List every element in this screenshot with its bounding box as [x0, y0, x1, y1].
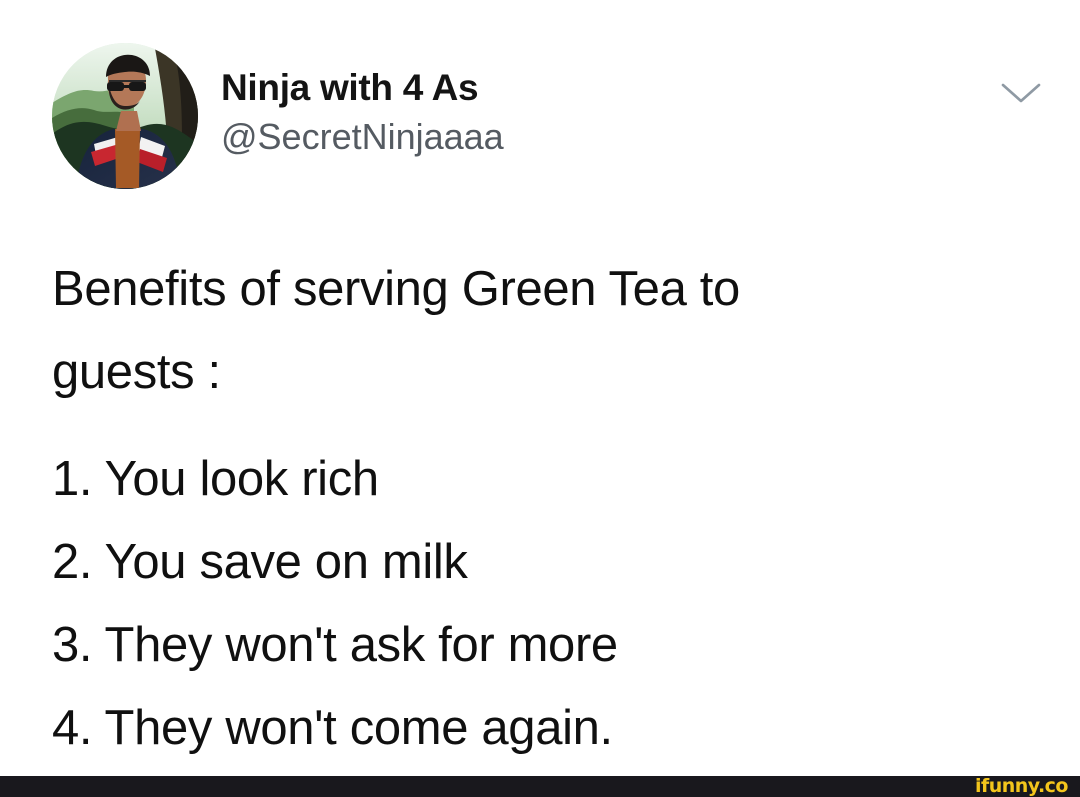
user-handle[interactable]: @SecretNinjaaaa: [221, 115, 504, 159]
benefit-list-item: 1. You look rich: [52, 452, 379, 506]
tweet-menu-button[interactable]: [999, 77, 1043, 107]
benefit-list-item: 3. They won't ask for more: [52, 618, 618, 672]
display-name[interactable]: Ninja with 4 As: [221, 66, 479, 110]
avatar[interactable]: [52, 43, 198, 189]
tweet-intro-line-2: guests :: [52, 345, 221, 399]
avatar-icon: [52, 43, 198, 189]
benefit-list-item: 2. You save on milk: [52, 535, 468, 589]
ifunny-watermark: ifunny.co: [974, 775, 1069, 797]
tweet-header: Ninja with 4 As @SecretNinjaaaa: [52, 40, 1041, 190]
benefit-list-item: 4. They won't come again.: [52, 701, 613, 755]
watermark-bar: ifunny.co: [0, 776, 1080, 797]
tweet-card: Ninja with 4 As @SecretNinjaaaa Benefits…: [0, 0, 1080, 776]
chevron-down-icon: [1001, 83, 1041, 103]
tweet-intro-line-1: Benefits of serving Green Tea to: [52, 262, 740, 316]
